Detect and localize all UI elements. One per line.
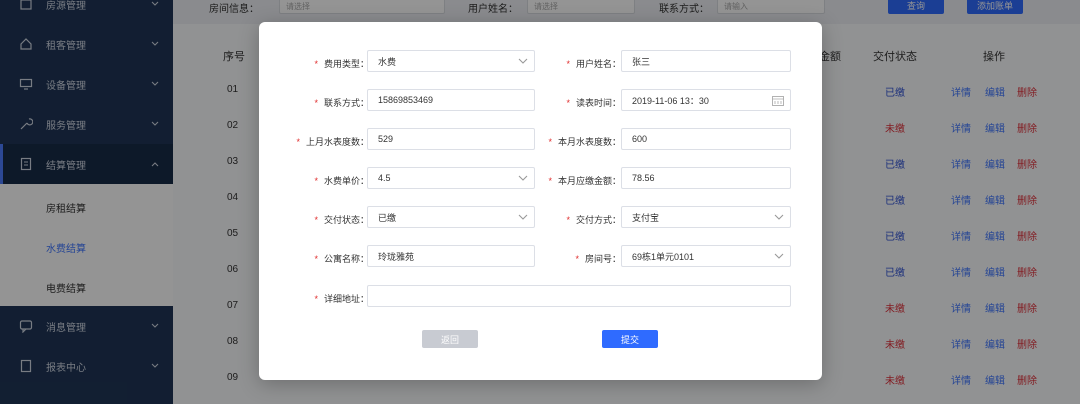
read-time-label: * 读表时间： bbox=[566, 98, 621, 108]
submit-button[interactable]: 提交 bbox=[602, 330, 658, 348]
chevron-down-icon bbox=[518, 57, 528, 67]
pay-status-label: * 交付状态： bbox=[314, 215, 369, 225]
apartment-input[interactable]: 玲珑雅苑 bbox=[367, 245, 535, 267]
room-no-label: * 房间号： bbox=[575, 254, 621, 264]
user-name-value: 张三 bbox=[632, 56, 651, 67]
this-reading-value: 600 bbox=[632, 134, 648, 144]
user-name-label: * 用户姓名： bbox=[566, 59, 621, 69]
room-no-value: 69栋1单元0101 bbox=[632, 251, 695, 262]
this-reading-input[interactable]: 600 bbox=[621, 128, 791, 150]
read-time-picker[interactable]: 2019-11-06 13：30 bbox=[621, 89, 791, 111]
amount-due-label: * 本月应缴金额： bbox=[548, 176, 621, 186]
contact-input[interactable]: 15869853469 bbox=[367, 89, 535, 111]
pay-status-value: 已缴 bbox=[378, 212, 397, 223]
this-reading-label: * 本月水表度数： bbox=[548, 137, 621, 147]
apartment-value: 玲珑雅苑 bbox=[378, 251, 415, 262]
contact-value: 15869853469 bbox=[378, 95, 434, 105]
chevron-down-icon bbox=[518, 174, 528, 184]
amount-due-value: 78.56 bbox=[632, 173, 655, 183]
chevron-down-icon bbox=[518, 213, 528, 223]
pay-method-value: 支付宝 bbox=[632, 212, 660, 223]
fee-type-label: * 费用类型： bbox=[314, 59, 369, 69]
pay-method-select[interactable]: 支付宝 bbox=[621, 206, 791, 228]
pay-method-label: * 交付方式： bbox=[566, 215, 621, 225]
fee-type-select[interactable]: 水费 bbox=[367, 50, 535, 72]
unit-price-select[interactable]: 4.5 bbox=[367, 167, 535, 189]
address-label: * 详细地址： bbox=[314, 294, 369, 304]
read-time-value: 2019-11-06 13：30 bbox=[632, 95, 709, 106]
room-no-select[interactable]: 69栋1单元0101 bbox=[621, 245, 791, 267]
user-name-input[interactable]: 张三 bbox=[621, 50, 791, 72]
apartment-label: * 公寓名称： bbox=[314, 254, 369, 264]
back-button[interactable]: 返回 bbox=[422, 330, 478, 348]
bill-modal: * 费用类型： 水费 * 用户姓名： 张三 * 联系方式： 15869853469 *… bbox=[259, 22, 822, 380]
last-reading-label: * 上月水表度数： bbox=[296, 137, 369, 147]
pay-status-select[interactable]: 已缴 bbox=[367, 206, 535, 228]
fee-type-value: 水费 bbox=[378, 56, 397, 67]
last-reading-input[interactable]: 529 bbox=[367, 128, 535, 150]
unit-price-value: 4.5 bbox=[378, 173, 391, 183]
calendar-icon bbox=[772, 95, 784, 106]
last-reading-value: 529 bbox=[378, 134, 394, 144]
contact-label: * 联系方式： bbox=[314, 98, 369, 108]
unit-price-label: * 水费单价： bbox=[314, 176, 369, 186]
address-input[interactable] bbox=[367, 285, 791, 307]
chevron-down-icon bbox=[774, 213, 784, 223]
chevron-down-icon bbox=[774, 252, 784, 262]
amount-due-input[interactable]: 78.56 bbox=[621, 167, 791, 189]
